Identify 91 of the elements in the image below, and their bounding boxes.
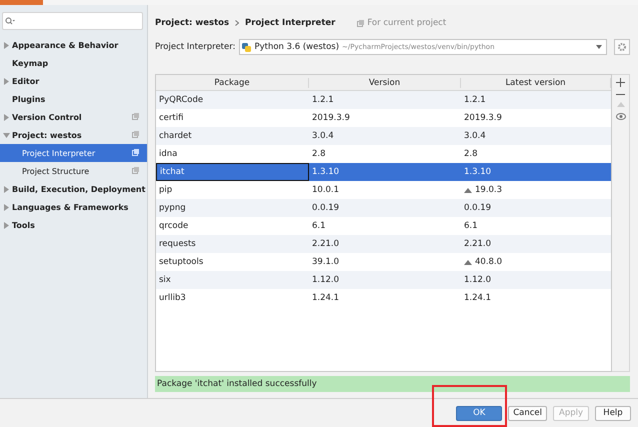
add-icon[interactable] [616, 78, 625, 87]
search-field[interactable] [2, 12, 143, 30]
latest-version-text: 40.8.0 [475, 257, 502, 267]
latest-version-text: 1.2.1 [464, 95, 486, 105]
status-message: Package 'itchat' installed successfully [155, 376, 630, 392]
interpreter-name: Python 3.6 (westos) [254, 42, 340, 52]
version-cell-text: 2.8 [311, 148, 327, 161]
settings-icon [618, 43, 626, 51]
dialog-button[interactable]: Help [595, 406, 631, 420]
collapsed-arrow-icon[interactable] [4, 204, 8, 210]
window-corner-mark [0, 0, 43, 5]
package-name-cell-text: qrcode [158, 220, 190, 233]
package-row[interactable]: PyQRCode 1.2.1 1.2.1 [156, 91, 611, 109]
package-row[interactable]: requests 2.21.0 2.21.0 [156, 235, 611, 253]
column-header[interactable]: Version [309, 78, 461, 88]
latest-version-text: 1.3.10 [464, 167, 492, 177]
expanded-arrow-icon[interactable] [2, 132, 10, 138]
collapsed-arrow-icon[interactable] [4, 42, 8, 48]
column-header[interactable]: Package [156, 78, 309, 88]
version-cell-text: 0.0.19 [311, 202, 340, 215]
package-row[interactable]: pip 10.0.1 19.0.3 [156, 181, 611, 199]
version-cell-text: 1.3.10 [311, 166, 340, 179]
latest-version-text: 2.8 [464, 149, 478, 159]
version-cell-text: 1.2.1 [311, 94, 335, 107]
collapsed-arrow-icon[interactable] [4, 186, 8, 192]
package-name-cell-text: setuptools [158, 256, 204, 269]
scope-note: For current project [367, 18, 446, 28]
remove-icon[interactable] [616, 93, 625, 96]
settings-tree-item[interactable]: Plugins [0, 90, 147, 108]
settings-tree-item[interactable]: Project Interpreter [0, 144, 147, 162]
dialog-button[interactable]: Cancel [508, 406, 547, 420]
package-row[interactable]: six 1.12.0 1.12.0 [156, 271, 611, 289]
latest-version-text: 1.12.0 [464, 275, 492, 285]
upgrade-icon[interactable] [616, 102, 624, 107]
version-cell-text: 1.12.0 [311, 274, 340, 287]
breadcrumb-item: Project: westos [155, 18, 230, 28]
settings-tree-item[interactable]: Project: westos [0, 126, 147, 144]
settings-button[interactable] [614, 39, 630, 55]
latest-version-text: 2.21.0 [464, 239, 492, 249]
search-icon [5, 17, 15, 25]
settings-tree-item[interactable]: Version Control [0, 108, 147, 126]
package-name-cell-text: PyQRCode [158, 94, 204, 107]
package-row[interactable]: setuptools 39.1.0 40.8.0 [156, 253, 611, 271]
latest-version-text: 2019.3.9 [464, 113, 502, 123]
package-name-cell-text: certifi [158, 112, 184, 125]
latest-version-text: 6.1 [464, 221, 478, 231]
package-row[interactable]: certifi 2019.3.9 2019.3.9 [156, 109, 611, 127]
breadcrumb-separator-icon [235, 20, 240, 26]
package-name-cell-text: pypng [158, 202, 187, 215]
settings-tree-item[interactable]: Project Structure [0, 162, 147, 180]
settings-tree-item[interactable]: Keymap [0, 54, 147, 72]
eye-icon[interactable] [616, 113, 626, 120]
package-row[interactable]: urllib3 1.24.1 1.24.1 [156, 289, 611, 307]
package-name-cell-text: idna [158, 148, 178, 161]
version-cell-text: 1.24.1 [311, 292, 340, 305]
collapsed-arrow-icon[interactable] [4, 114, 8, 120]
package-name-cell: itchat [156, 163, 309, 181]
column-header[interactable]: Latest version [461, 78, 611, 88]
collapsed-arrow-icon[interactable] [4, 222, 8, 228]
collapsed-arrow-icon[interactable] [4, 78, 8, 84]
version-cell-text: 2019.3.9 [311, 112, 351, 125]
version-cell-text: 10.0.1 [311, 184, 340, 197]
package-row[interactable]: chardet 3.0.4 3.0.4 [156, 127, 611, 145]
package-row[interactable]: pypng 0.0.19 0.0.19 [156, 199, 611, 217]
latest-version-text: 0.0.19 [464, 203, 492, 213]
settings-tree-item[interactable]: Languages & Frameworks [0, 198, 147, 216]
version-cell-text: 39.1.0 [311, 256, 340, 269]
python-logo-icon [242, 42, 252, 52]
latest-version-text: 19.0.3 [475, 185, 502, 195]
settings-tree-item[interactable]: Editor [0, 72, 147, 90]
settings-tree-item[interactable]: Tools [0, 216, 147, 234]
package-row[interactable]: itchat 1.3.10 1.3.10 [156, 163, 611, 181]
latest-version-text: 3.0.4 [464, 131, 486, 141]
package-name-cell-text: six [158, 274, 172, 287]
package-name-cell-text: requests [158, 238, 197, 251]
version-cell-text: 3.0.4 [311, 130, 335, 143]
package-name-cell-text: pip [158, 184, 174, 197]
project-copy-icon [357, 20, 364, 26]
package-name-cell-text: urllib3 [158, 292, 187, 305]
settings-tree-item[interactable]: Build, Execution, Deployment [0, 180, 147, 198]
package-row[interactable]: idna 2.8 2.8 [156, 145, 611, 163]
settings-tree-item[interactable]: Appearance & Behavior [0, 36, 147, 54]
interpreter-label: Project Interpreter: [155, 42, 236, 52]
version-cell-text: 6.1 [311, 220, 327, 233]
breadcrumb-item: Project Interpreter [245, 18, 336, 28]
dropdown-caret-icon [596, 45, 602, 49]
package-name-cell-text: chardet [158, 130, 193, 143]
version-cell-text: 2.21.0 [311, 238, 340, 251]
latest-version-text: 1.24.1 [464, 293, 492, 303]
package-row[interactable]: qrcode 6.1 6.1 [156, 217, 611, 235]
dialog-button[interactable]: OK [456, 406, 502, 420]
